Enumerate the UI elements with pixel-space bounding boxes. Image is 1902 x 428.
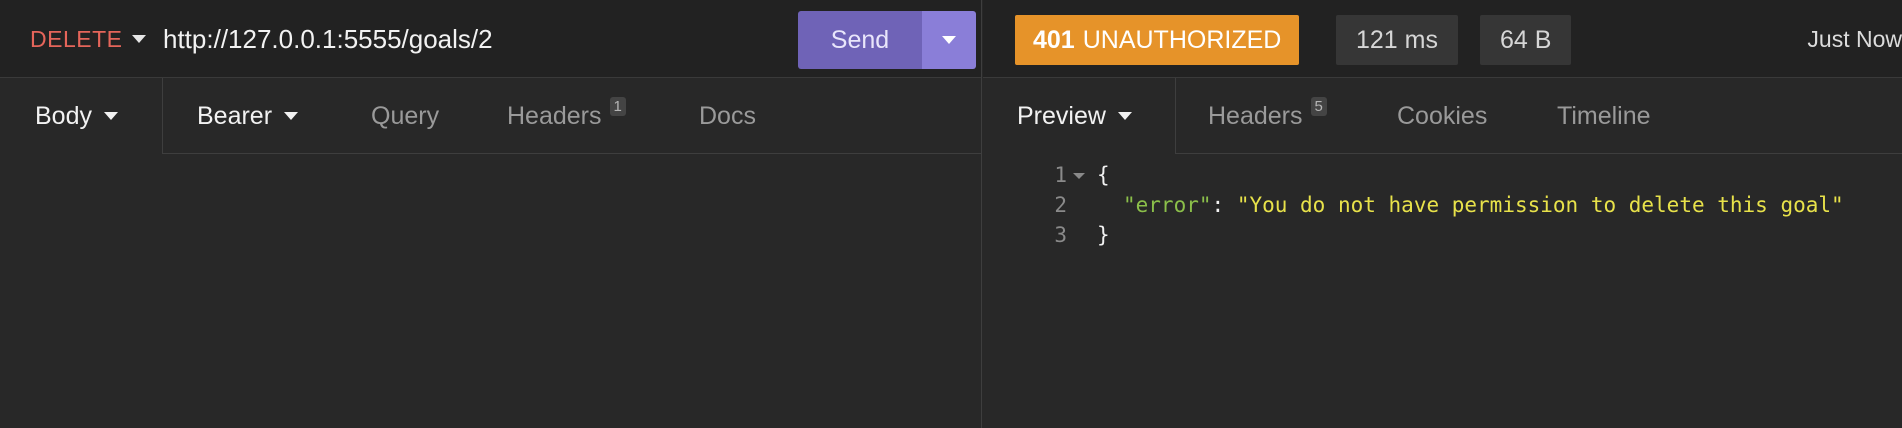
- json-key: "error": [1123, 193, 1212, 217]
- response-time: 121 ms: [1356, 25, 1438, 54]
- json-close-brace: }: [1097, 223, 1110, 247]
- status-code: 401: [1033, 25, 1075, 54]
- send-button[interactable]: Send: [798, 11, 922, 69]
- chevron-down-icon: [942, 36, 956, 44]
- response-pane: 401 UNAUTHORIZED 121 ms 64 B Just Now Pr…: [983, 0, 1902, 428]
- status-badge: 401 UNAUTHORIZED: [1015, 15, 1300, 65]
- response-bar: 401 UNAUTHORIZED 121 ms 64 B Just Now: [983, 0, 1902, 78]
- json-value: "You do not have permission to delete th…: [1236, 193, 1844, 217]
- response-body-viewer[interactable]: 1 { 2 "error": "You do not have permissi…: [983, 155, 1902, 428]
- timestamp-label: Just Now: [1807, 25, 1902, 52]
- tab-headers[interactable]: Headers 1: [507, 78, 626, 154]
- api-client: DELETE Send Body Bearer Query: [0, 0, 1902, 428]
- tab-docs-label: Docs: [699, 101, 756, 130]
- tab-timeline[interactable]: Timeline: [1557, 78, 1651, 154]
- response-headers-count-badge: 5: [1310, 96, 1327, 116]
- response-time-badge: 121 ms: [1336, 15, 1458, 65]
- send-label: Send: [830, 25, 890, 54]
- tab-auth-label: Bearer: [197, 101, 273, 130]
- chevron-down-icon: [284, 112, 299, 120]
- chevron-down-icon: [132, 35, 147, 43]
- chevron-down-icon: [103, 112, 118, 120]
- tab-body[interactable]: Body: [35, 78, 118, 154]
- line-number: 3: [1054, 223, 1067, 247]
- headers-count-badge: 1: [609, 96, 626, 116]
- json-colon: :: [1211, 193, 1237, 217]
- tab-headers-label: Headers: [507, 101, 602, 130]
- response-tabs: Preview Headers 5 Cookies Timeline: [983, 78, 1902, 154]
- tab-body-label: Body: [35, 101, 92, 130]
- request-tabs: Body Bearer Query Headers 1 Docs: [0, 78, 981, 154]
- line-number: 2: [1054, 193, 1067, 217]
- tab-cookies-label: Cookies: [1397, 101, 1488, 130]
- response-size: 64 B: [1500, 25, 1552, 54]
- tab-cookies[interactable]: Cookies: [1397, 78, 1487, 154]
- request-bar: DELETE Send: [0, 0, 981, 78]
- tab-query-label: Query: [371, 101, 440, 130]
- tab-auth-bearer[interactable]: Bearer: [197, 78, 299, 154]
- method-label: DELETE: [30, 25, 123, 52]
- send-options-button[interactable]: [922, 11, 976, 69]
- method-dropdown[interactable]: DELETE: [30, 0, 147, 78]
- fold-caret-icon[interactable]: [1073, 173, 1085, 179]
- tab-preview-label: Preview: [1017, 101, 1106, 130]
- tab-response-headers[interactable]: Headers 5: [1208, 78, 1327, 154]
- response-size-badge: 64 B: [1480, 15, 1572, 65]
- tab-docs[interactable]: Docs: [699, 78, 756, 154]
- tab-query[interactable]: Query: [371, 78, 439, 154]
- json-entry: "error": "You do not have permission to …: [1123, 193, 1844, 217]
- request-pane: DELETE Send Body Bearer Query: [0, 0, 982, 428]
- tab-timeline-label: Timeline: [1557, 101, 1651, 130]
- line-number: 1: [1054, 163, 1067, 187]
- response-timestamp[interactable]: Just Now: [1807, 0, 1902, 78]
- url-input[interactable]: [163, 16, 783, 62]
- tab-response-headers-label: Headers: [1208, 101, 1303, 130]
- tab-preview[interactable]: Preview: [1017, 78, 1132, 154]
- json-open-brace: {: [1097, 163, 1110, 187]
- chevron-down-icon: [1117, 112, 1132, 120]
- status-text: UNAUTHORIZED: [1082, 25, 1282, 54]
